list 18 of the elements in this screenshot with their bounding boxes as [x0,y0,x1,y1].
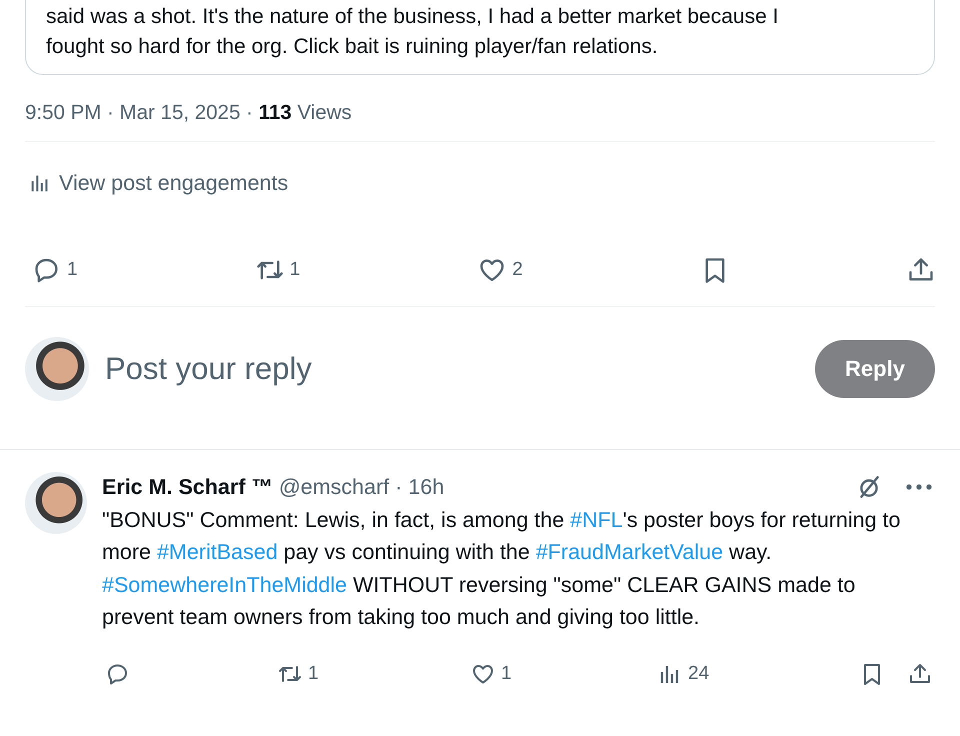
repost-action[interactable]: 1 [278,662,471,686]
quoted-post-text: said was a shot. It's the nature of the business, I had a better market because I [46,4,780,30]
more-options-icon[interactable] [906,483,932,491]
reply-action[interactable]: 1 [33,256,78,284]
post-timestamp: 9:50 PM · Mar 15, 2025 · 113 Views [25,101,353,126]
like-action[interactable]: 1 [471,662,658,686]
repost-action[interactable]: 1 [256,256,300,284]
author-name[interactable]: Eric M. Scharf ™ [102,474,273,500]
views-action[interactable]: 24 [658,662,860,686]
post-time[interactable]: 16h [408,474,444,500]
author-handle[interactable]: @emscharf [278,474,390,500]
view-engagements-link[interactable]: View post engagements [29,168,288,198]
like-action[interactable]: 2 [478,256,523,284]
heart-icon [471,662,495,686]
reply-icon [106,662,130,686]
separator-dot: · [395,474,402,500]
reply-text: "BONUS" Comment: Lewis, in fact, is among the #NFL's poster boys for returning to more #MeritBased pay vs continuing with the #FraudMarketValue way. #SomewhereInTheMiddle WITHOUT reversing "some" CLEAR GAINS made to prevent team owners from taking too much and giving too little. [102,507,902,631]
quoted-post-text: fought so hard for the org. Click bait is ruining player/fan relations. [46,34,659,60]
